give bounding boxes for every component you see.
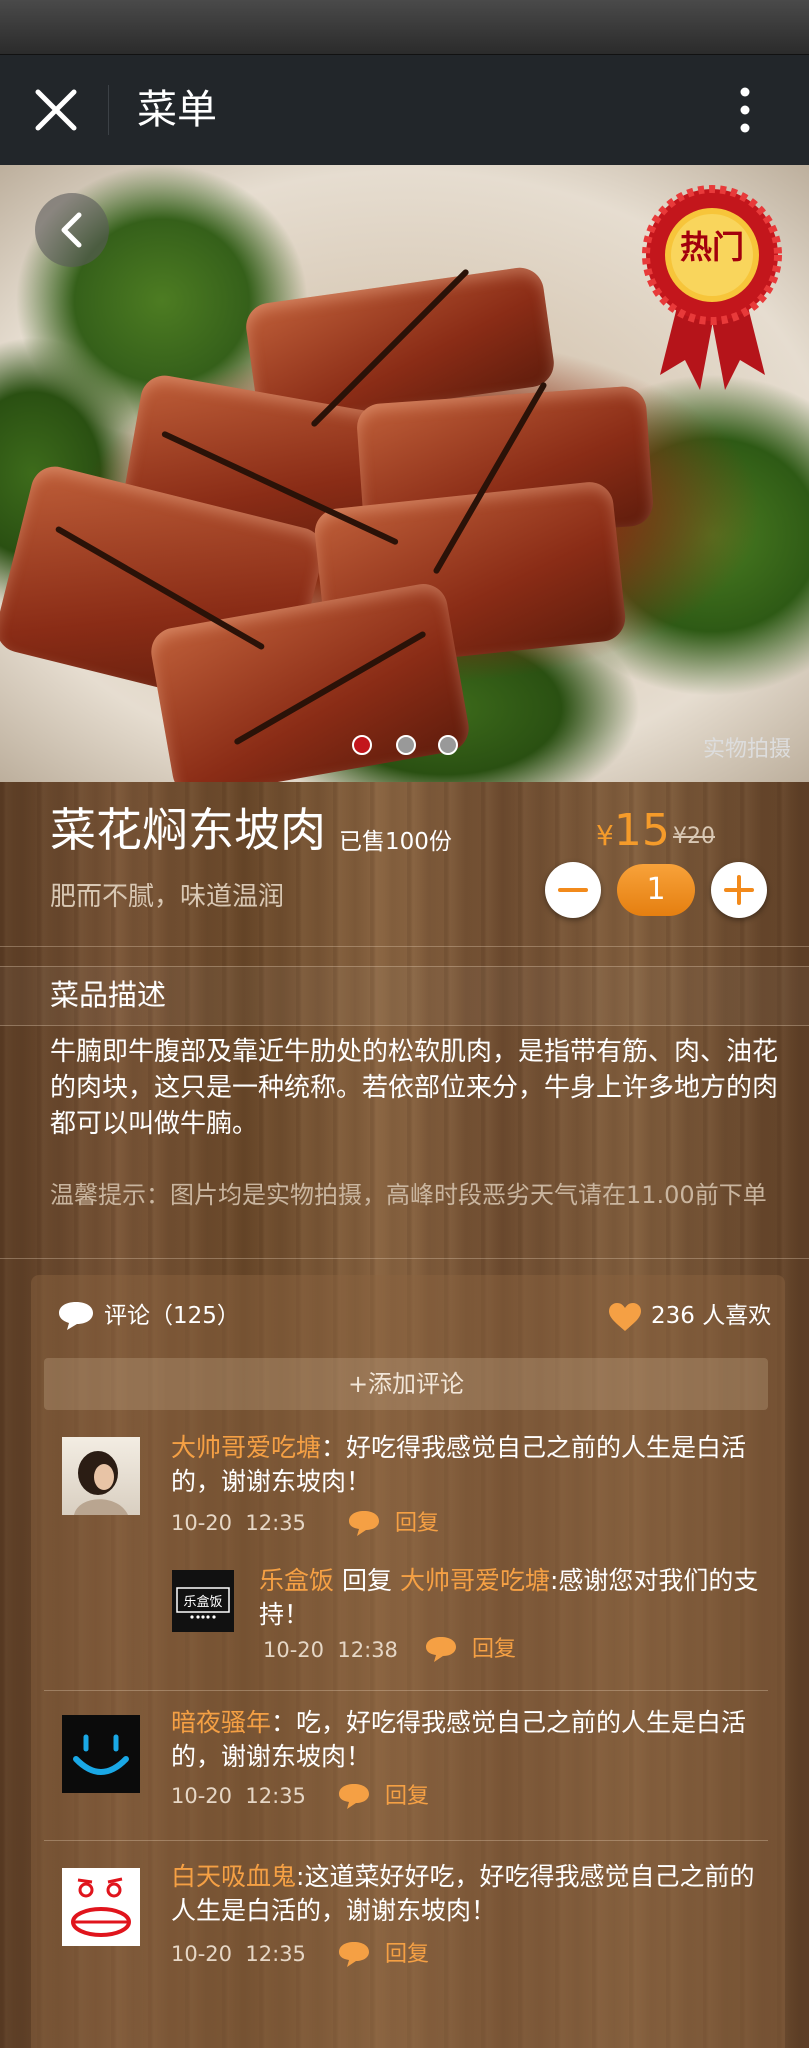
doodle-face-avatar-icon: [71, 1877, 131, 1937]
comment-user[interactable]: 暗夜骚年: [171, 1708, 271, 1737]
status-bar: [0, 0, 809, 55]
sold-count: 已售100份: [339, 829, 452, 855]
price-currency: ¥: [596, 819, 614, 852]
quantity-value: 1: [617, 864, 695, 916]
page-title: 菜单: [137, 87, 217, 133]
user-avatar-icon: [74, 1451, 128, 1515]
description-title: 菜品描述: [50, 978, 167, 1012]
reply-bubble-icon: [339, 1784, 369, 1809]
comment-user[interactable]: 白天吸血鬼: [171, 1862, 296, 1891]
avatar[interactable]: [62, 1715, 140, 1793]
reply-text: 乐盒饭 回复 大帅哥爱吃塘:感谢您对我们的支持！: [259, 1564, 769, 1632]
comment-date: 10-20: [171, 1511, 233, 1535]
carousel-dot-3[interactable]: [438, 735, 458, 755]
close-icon[interactable]: [28, 82, 84, 138]
photo-caption: 实物拍摄: [702, 737, 791, 762]
dish-name: 菜花焖东坡肉: [50, 803, 326, 857]
reply-button[interactable]: 回复: [337, 1781, 447, 1813]
nav-bar: 菜单: [0, 55, 809, 165]
reply-button[interactable]: 回复: [424, 1634, 534, 1666]
dish-photo-carousel[interactable]: 热门 实物拍摄: [0, 165, 809, 782]
restaurant-logo-icon: 乐盒饭: [176, 1587, 230, 1619]
avatar[interactable]: [62, 1437, 140, 1515]
divider: [0, 1258, 809, 1259]
price: ¥15: [596, 805, 670, 856]
likes-count: 236 人喜欢: [651, 1303, 772, 1329]
comment-timestamp: 10-20 12:35: [171, 1942, 306, 1966]
reply-date: 10-20: [263, 1638, 325, 1662]
comment-time: 12:35: [245, 1784, 306, 1808]
comment-time: 12:35: [245, 1942, 306, 1966]
comment-date: 10-20: [171, 1784, 233, 1808]
comment-date: 10-20: [171, 1942, 233, 1966]
heart-icon[interactable]: [608, 1302, 642, 1332]
notice-tip: 温馨提示：图片均是实物拍摄，高峰时段恶劣天气请在11.00前下单: [50, 1181, 767, 1209]
reply-label: 回复: [395, 1511, 440, 1536]
increase-quantity-button[interactable]: [711, 862, 767, 918]
reply-label: 回复: [472, 1637, 517, 1662]
comment-timestamp: 10-20 12:35: [171, 1511, 306, 1535]
smiley-avatar-icon: [73, 1734, 129, 1775]
divider: [0, 1025, 809, 1026]
comment-timestamp: 10-20 12:35: [171, 1784, 306, 1808]
divider: [0, 946, 809, 947]
dish-tagline: 肥而不腻，味道温润: [50, 882, 285, 912]
reply-button[interactable]: 回复: [337, 1939, 447, 1971]
comment-bubble-icon: [59, 1302, 93, 1330]
hot-ribbon-badge-icon: [642, 185, 782, 390]
price-value: 15: [613, 805, 670, 856]
reply-label: 回复: [385, 1784, 430, 1809]
chevron-left-icon: [61, 212, 82, 248]
avatar[interactable]: [62, 1868, 140, 1946]
reply-time: 12:38: [337, 1638, 398, 1662]
carousel-dot-2[interactable]: [396, 735, 416, 755]
comments-count[interactable]: 评论（125）: [104, 1300, 240, 1332]
reply-word: 回复: [341, 1566, 392, 1595]
description-body: 牛腩即牛腹部及靠近牛肋处的松软肌肉，是指带有筋、肉、油花的肉块，这只是一种统称。…: [50, 1037, 779, 1139]
nav-divider: [108, 85, 109, 135]
reply-bubble-icon: [339, 1942, 369, 1967]
reply-timestamp: 10-20 12:38: [263, 1638, 398, 1662]
divider: [0, 966, 809, 967]
add-comment-button[interactable]: +添加评论: [44, 1358, 768, 1410]
svg-text:乐盒饭: 乐盒饭: [183, 1594, 222, 1610]
comment-text: 白天吸血鬼:这道菜好好吃，好吃得我感觉自己之前的人生是白活的，谢谢东坡肉！: [171, 1860, 771, 1928]
reply-bubble-icon: [426, 1637, 456, 1662]
avatar[interactable]: 乐盒饭: [172, 1570, 234, 1632]
reply-label: 回复: [385, 1942, 430, 1967]
original-price: ¥20: [673, 824, 715, 849]
reply-user[interactable]: 乐盒饭: [259, 1566, 334, 1595]
comment-text: 暗夜骚年：吃，好吃得我感觉自己之前的人生是白活的，谢谢东坡肉！: [171, 1706, 771, 1774]
reply-button[interactable]: 回复: [347, 1508, 457, 1540]
divider: [44, 1840, 768, 1841]
comment-user[interactable]: 大帅哥爱吃塘: [171, 1433, 321, 1462]
carousel-back-button[interactable]: [35, 193, 109, 267]
reply-to-user[interactable]: 大帅哥爱吃塘: [400, 1566, 550, 1595]
decrease-quantity-button[interactable]: [545, 862, 601, 918]
reply-bubble-icon: [349, 1511, 379, 1536]
hot-badge-label: 热门: [679, 228, 744, 266]
more-options-icon[interactable]: [730, 82, 760, 138]
comment-text: 大帅哥爱吃塘：好吃得我感觉自己之前的人生是白活的，谢谢东坡肉！: [171, 1431, 771, 1499]
comment-time: 12:35: [245, 1511, 306, 1535]
divider: [44, 1690, 768, 1691]
carousel-dot-1[interactable]: [352, 735, 372, 755]
